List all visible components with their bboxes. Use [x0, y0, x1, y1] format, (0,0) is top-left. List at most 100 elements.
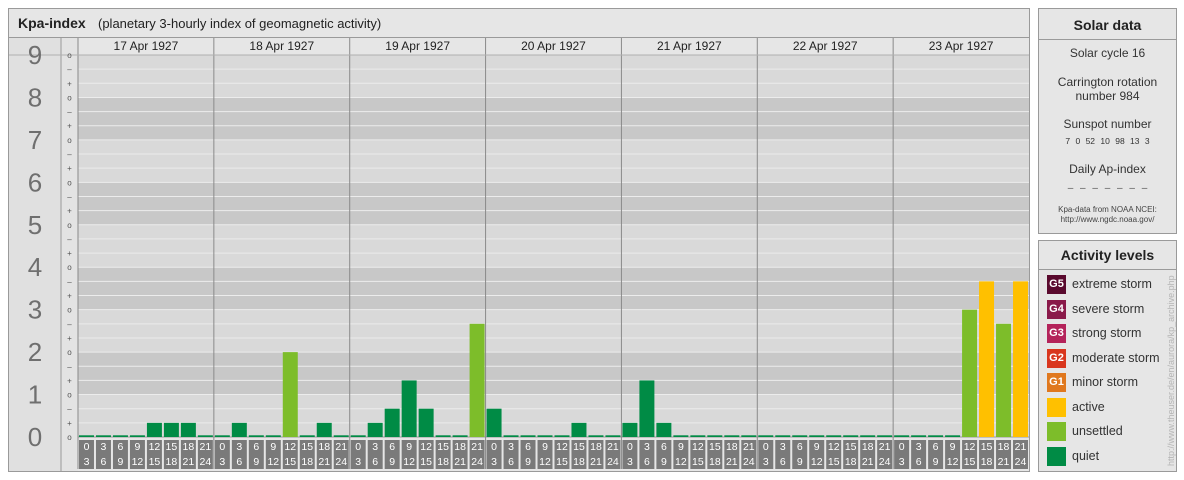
interval-start-label: 0 [627, 441, 633, 453]
interval-end-label: 24 [607, 456, 619, 468]
y-minor-label: o [67, 433, 72, 442]
interval-start-label: 15 [981, 441, 993, 453]
interval-end-label: 3 [84, 456, 90, 468]
interval-end-label: 15 [964, 456, 976, 468]
kp-bar [503, 435, 519, 437]
interval-end-label: 21 [454, 456, 466, 468]
y-minor-label: – [67, 405, 72, 414]
y-minor-label: + [67, 164, 72, 173]
divider [1039, 39, 1176, 40]
interval-end-label: 24 [743, 456, 755, 468]
legend-label: strong storm [1072, 326, 1142, 340]
kp-bar [231, 422, 247, 437]
interval-end-label: 15 [828, 456, 840, 468]
interval-end-label: 6 [780, 456, 786, 468]
interval-end-label: 24 [1015, 456, 1027, 468]
kp-bar [996, 323, 1012, 437]
y-minor-label: – [67, 108, 72, 117]
interval-end-label: 6 [236, 456, 242, 468]
y-tick-label: 0 [28, 422, 42, 452]
legend-item: G5 extreme storm [1047, 275, 1175, 295]
kp-bar [384, 408, 400, 437]
kp-band [78, 139, 1029, 183]
kp-bar [418, 408, 434, 437]
interval-start-label: 3 [372, 441, 378, 453]
interval-end-label: 18 [437, 456, 449, 468]
kp-bar [79, 435, 94, 437]
kp-band [78, 55, 1029, 98]
sunspot-title: Sunspot number [1063, 117, 1152, 131]
interval-start-label: 3 [780, 441, 786, 453]
chart-title: Kpa-index [18, 15, 86, 31]
legend-swatch: G4 [1047, 299, 1066, 319]
y-tick-label: 9 [28, 40, 42, 70]
kp-band [78, 309, 1029, 353]
interval-start-label: 21 [607, 441, 619, 453]
interval-end-label: 12 [675, 456, 687, 468]
kp-bar [350, 435, 366, 437]
interval-start-label: 15 [437, 441, 449, 453]
interval-start-label: 9 [542, 441, 548, 453]
legend-item: G1 minor storm [1047, 373, 1175, 393]
kp-bar [316, 422, 332, 437]
interval-end-label: 9 [661, 456, 667, 468]
interval-start-label: 0 [355, 441, 361, 453]
interval-end-label: 9 [933, 456, 939, 468]
interval-end-label: 12 [132, 456, 144, 468]
y-minor-label: – [67, 277, 72, 286]
legend-swatch [1047, 422, 1066, 441]
kp-bar [605, 435, 621, 437]
interval-end-label: 6 [916, 456, 922, 468]
legend-label: unsettled [1072, 424, 1123, 438]
interval-end-label: 3 [763, 456, 769, 468]
interval-start-label: 18 [183, 441, 195, 453]
kp-bar [299, 435, 315, 437]
interval-start-label: 6 [797, 441, 803, 453]
kp-bar [282, 352, 298, 437]
legend-swatch: G2 [1047, 348, 1066, 368]
interval-start-label: 12 [149, 441, 161, 453]
interval-start-label: 21 [879, 441, 891, 453]
interval-start-label: 12 [964, 441, 976, 453]
kp-bar [401, 380, 417, 437]
solar-cycle: Solar cycle 16 [1069, 46, 1146, 60]
interval-start-label: 3 [236, 441, 242, 453]
y-tick-label: 1 [28, 380, 42, 410]
kp-bar [163, 422, 179, 437]
kp-bar [809, 435, 825, 437]
kp-band [78, 394, 1029, 437]
y-minor-label: + [67, 249, 72, 258]
interval-start-label: 9 [270, 441, 276, 453]
interval-end-label: 3 [355, 456, 361, 468]
day-label: 23 Apr 1927 [929, 39, 994, 53]
legend-swatch: G5 [1047, 275, 1066, 294]
interval-end-label: 15 [692, 456, 704, 468]
kp-band [78, 97, 1029, 140]
interval-end-label: 3 [491, 456, 497, 468]
interval-end-label: 21 [862, 456, 874, 468]
interval-start-label: 15 [709, 441, 721, 453]
y-tick-label: 7 [28, 125, 42, 155]
interval-start-label: 3 [644, 441, 650, 453]
legend-item: active [1047, 397, 1175, 418]
legend-swatch [1047, 446, 1066, 466]
kp-bar [112, 435, 128, 437]
interval-end-label: 3 [219, 456, 225, 468]
kp-bar [146, 422, 162, 437]
kp-bar [724, 435, 740, 437]
interval-end-label: 21 [318, 456, 330, 468]
interval-end-label: 12 [811, 456, 823, 468]
interval-start-label: 12 [420, 441, 432, 453]
interval-end-label: 6 [508, 456, 514, 468]
legend-label: extreme storm [1072, 277, 1152, 291]
interval-end-label: 24 [335, 456, 347, 468]
interval-start-label: 12 [284, 441, 296, 453]
y-minor-label: – [67, 235, 72, 244]
interval-end-label: 9 [389, 456, 395, 468]
source-line-1: Kpa-data from NOAA NCEI: [1058, 205, 1157, 214]
kp-band [78, 267, 1029, 310]
kp-bar [928, 435, 944, 437]
chart-background-bands [9, 38, 1029, 471]
y-tick-label: 3 [28, 295, 42, 325]
interval-start-label: 0 [219, 441, 225, 453]
